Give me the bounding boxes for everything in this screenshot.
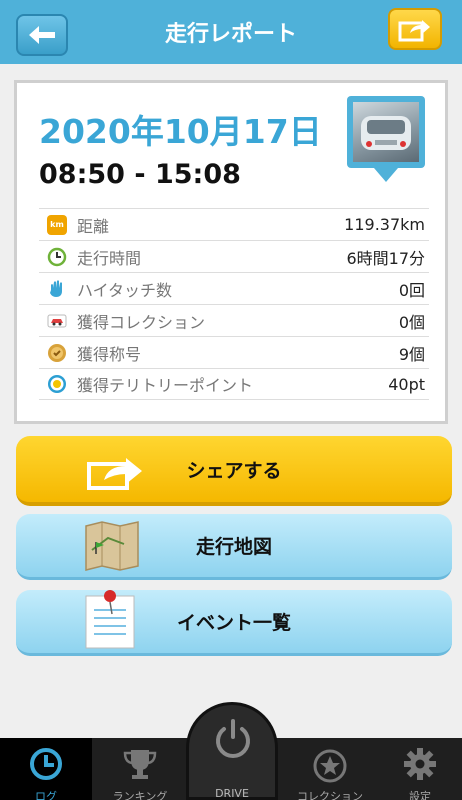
report-card: 2020年10月17日 08:50 - 15:08 km 距離 119.37km…	[14, 80, 448, 424]
tab-log[interactable]: ログ	[0, 738, 92, 800]
stats-list: km 距離 119.37km 走行時間 6時間17分 ハイタッチ数 0回 獲得コ…	[39, 208, 429, 400]
stat-value: 9個	[398, 344, 425, 364]
tab-ranking-label: ランキング	[112, 790, 168, 800]
stat-label: ハイタッチ数	[77, 280, 173, 300]
stat-label: 走行時間	[77, 248, 142, 268]
stat-label: 距離	[77, 216, 110, 236]
stat-row-titles: 獲得称号 9個	[39, 336, 429, 368]
stat-row-distance: km 距離 119.37km	[39, 208, 429, 240]
star-icon	[313, 749, 347, 783]
report-date: 2020年10月17日	[39, 112, 322, 151]
stat-row-drive-time: 走行時間 6時間17分	[39, 240, 429, 272]
clock-icon	[47, 247, 67, 267]
spot-icon	[47, 374, 67, 394]
report-time-range: 08:50 - 15:08	[39, 159, 241, 190]
drive-map-button[interactable]: 走行地図	[16, 514, 452, 580]
medal-icon	[47, 343, 67, 363]
stat-row-territory: 獲得テリトリーポイント 40pt	[39, 368, 429, 400]
photo-pin-pointer	[374, 168, 398, 182]
drive-label: DRIVE	[215, 787, 249, 800]
event-list-button[interactable]: イベント一覧	[16, 590, 452, 656]
tab-collection-label: コレクション	[297, 790, 363, 800]
stat-value: 0個	[398, 312, 425, 332]
drive-map-button-label: 走行地図	[195, 536, 272, 558]
gear-icon	[404, 748, 436, 780]
km-icon: km	[47, 214, 67, 235]
drive-button[interactable]: DRIVE	[186, 702, 278, 800]
hand-icon	[47, 279, 67, 299]
clock-icon	[30, 748, 62, 780]
trophy-icon	[123, 750, 157, 779]
stat-label: 獲得テリトリーポイント	[77, 376, 254, 395]
car-icon	[47, 311, 67, 331]
share-button[interactable]: シェアする	[16, 436, 452, 506]
power-icon	[216, 719, 250, 758]
stat-value: 119.37km	[344, 215, 425, 234]
event-list-button-label: イベント一覧	[176, 612, 291, 634]
stat-value: 6時間17分	[346, 248, 425, 268]
car-photo[interactable]	[347, 96, 425, 168]
tab-settings[interactable]: 設定	[378, 738, 462, 800]
header-bar: 走行レポート	[0, 0, 462, 64]
share-button-label: シェアする	[186, 459, 282, 482]
car-icon	[361, 116, 411, 150]
tab-collection[interactable]: コレクション	[284, 738, 376, 800]
stat-value: 40pt	[388, 374, 425, 394]
tab-ranking[interactable]: ランキング	[94, 738, 186, 800]
tab-log-label: ログ	[35, 790, 57, 800]
stat-label: 獲得称号	[77, 344, 142, 364]
tab-settings-label: 設定	[409, 790, 431, 800]
stat-value: 0回	[398, 280, 425, 300]
share-top-button[interactable]	[388, 8, 442, 50]
car-photo-image	[353, 102, 419, 162]
stat-row-high-touch: ハイタッチ数 0回	[39, 272, 429, 304]
share-icon	[398, 20, 430, 42]
stat-row-collection: 獲得コレクション 0個	[39, 304, 429, 336]
stat-label: 獲得コレクション	[77, 312, 206, 332]
